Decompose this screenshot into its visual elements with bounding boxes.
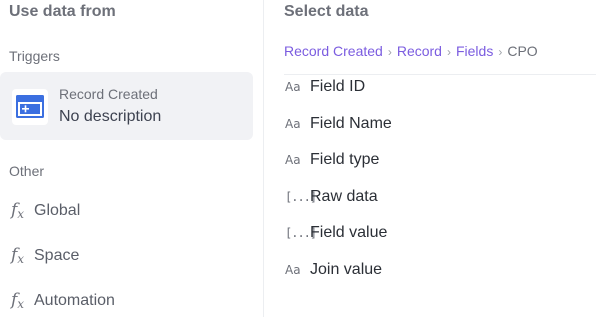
text-type-icon: Aa [285,153,301,167]
field-label: Field type [310,151,380,168]
field-label: Field ID [310,78,366,95]
function-icon: fx [11,290,25,311]
field-row-join-value[interactable]: Aa Join value [284,256,584,286]
field-row-field-type[interactable]: Aa Field type [284,146,584,176]
other-item-global[interactable]: fx Global [0,194,253,228]
function-icon: fx [11,245,25,266]
text-type-icon: Aa [285,80,301,94]
breadcrumb-fields[interactable]: Fields [456,43,493,59]
breadcrumb: Record Created › Record › Fields › CPO [284,43,538,59]
use-data-from-title: Use data from [9,3,116,20]
use-data-from-panel: Use data from Triggers Record Created No… [0,0,263,317]
select-data-panel: Select data Record Created › Record › Fields… [264,0,596,317]
field-row-field-id[interactable]: Aa Field ID [284,73,584,103]
breadcrumb-record[interactable]: Record [397,43,442,59]
field-label: Field value [310,224,388,241]
field-label: Field Name [310,115,392,132]
trigger-description: No description [59,108,162,125]
breadcrumb-current: CPO [507,43,538,59]
other-item-space[interactable]: fx Space [0,239,253,273]
field-row-raw-data[interactable]: [...] Raw data [284,183,584,213]
other-item-label: Global [34,202,81,219]
trigger-record-created[interactable]: Record Created No description [0,72,253,140]
other-item-label: Space [34,247,80,264]
breadcrumb-separator-icon: › [387,45,392,59]
field-row-field-name[interactable]: Aa Field Name [284,110,584,140]
function-icon: fx [11,200,25,221]
text-type-icon: Aa [285,117,301,131]
breadcrumb-record-created[interactable]: Record Created [284,43,383,59]
trigger-title: Record Created [59,86,158,102]
triggers-section-label: Triggers [9,48,60,64]
other-item-automation[interactable]: fx Automation [0,284,253,317]
breadcrumb-separator-icon: › [446,45,451,59]
text-type-icon: Aa [285,263,301,277]
record-form-icon [12,89,48,125]
select-data-title: Select data [284,3,369,20]
other-section-label: Other [9,163,45,179]
other-item-label: Automation [34,292,115,309]
field-row-field-value[interactable]: [...] Field value [284,219,584,249]
field-label: Raw data [310,188,378,205]
breadcrumb-separator-icon: › [498,45,503,59]
field-label: Join value [310,261,383,278]
